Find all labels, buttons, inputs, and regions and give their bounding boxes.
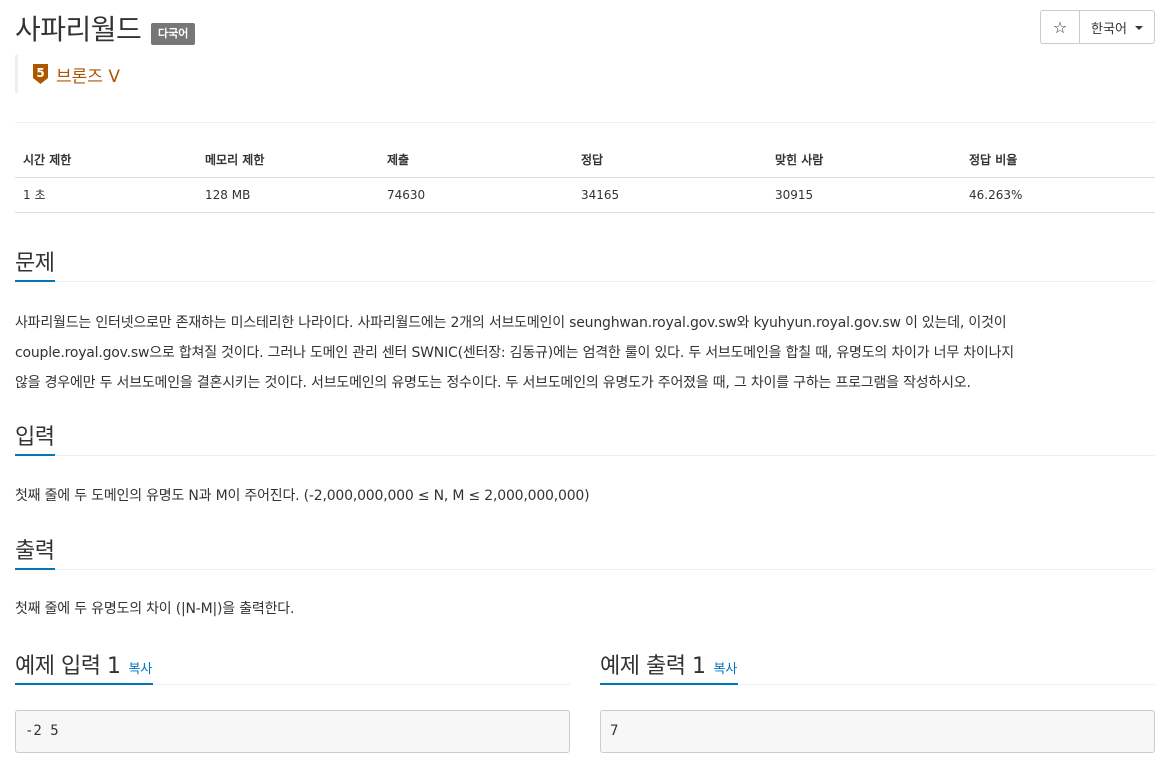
sample-output-box[interactable]: 7 <box>600 710 1155 753</box>
problem-info-table: 시간 제한 메모리 제한 제출 정답 맞힌 사람 정답 비율 1 초 128 M… <box>15 142 1155 213</box>
section-underline <box>15 280 55 282</box>
sample-output-title: 예제 출력 1 복사 <box>600 648 737 680</box>
accept-ratio-value: 46.263% <box>961 177 1155 213</box>
accepted-value[interactable]: 34165 <box>573 177 767 213</box>
section-underline <box>15 568 55 570</box>
sample-input-box[interactable]: -2 5 <box>15 710 570 753</box>
problem-section-title: 문제 <box>15 251 55 276</box>
input-description: 첫째 줄에 두 도메인의 유명도 N과 M이 주어진다. (-2,000,000… <box>15 488 590 504</box>
input-section-title: 입력 <box>15 425 55 450</box>
header-accepted: 정답 <box>573 142 767 178</box>
problem-description: 사파리월드는 인터넷으로만 존재하는 미스테리한 나라이다. 사파리월드에는 2… <box>15 308 1155 398</box>
submissions-value[interactable]: 74630 <box>379 177 573 213</box>
output-section-title: 출력 <box>15 539 55 564</box>
header-button-group: ☆ 한국어 <box>1040 10 1155 44</box>
favorite-button[interactable]: ☆ <box>1041 11 1080 43</box>
header-memory-limit: 메모리 제한 <box>197 142 379 178</box>
section-underline <box>15 454 55 456</box>
multilanguage-badge: 다국어 <box>151 23 196 45</box>
memory-limit-value: 128 MB <box>197 177 379 213</box>
output-description: 첫째 줄에 두 유명도의 차이 (|N-M|)을 출력한다. <box>15 601 295 617</box>
problem-line: 않을 경우에만 두 서브도메인을 결혼시키는 것이다. 서브도메인의 유명도는 … <box>15 375 971 391</box>
divider <box>15 122 1155 123</box>
header-accept-ratio: 정답 비율 <box>961 142 1155 178</box>
time-limit-value: 1 초 <box>15 177 197 213</box>
copy-sample-output-button[interactable]: 복사 <box>713 662 737 677</box>
header-submissions: 제출 <box>379 142 573 178</box>
solved-users-value[interactable]: 30915 <box>767 177 961 213</box>
problem-line: couple.royal.gov.sw으로 합쳐질 것이다. 그러나 도메인 관… <box>15 345 1014 361</box>
section-divider <box>15 569 1155 570</box>
language-dropdown[interactable]: 한국어 <box>1080 11 1154 43</box>
sample-input-title: 예제 입력 1 복사 <box>15 648 152 680</box>
header-time-limit: 시간 제한 <box>15 142 197 178</box>
section-divider <box>15 281 1155 282</box>
section-divider <box>15 455 1155 456</box>
sample-input-heading: 예제 입력 1 <box>15 654 121 679</box>
tier-link[interactable]: 브론즈 V <box>56 62 120 87</box>
bronze-tier-icon: 5 <box>33 64 48 84</box>
chevron-down-icon <box>1134 26 1143 30</box>
table-row: 1 초 128 MB 74630 34165 30915 46.263% <box>15 177 1155 213</box>
tier-level-number: 5 <box>36 66 44 80</box>
copy-sample-input-button[interactable]: 복사 <box>128 662 152 677</box>
problem-line: 사파리월드는 인터넷으로만 존재하는 미스테리한 나라이다. 사파리월드에는 2… <box>15 315 1007 331</box>
section-underline <box>600 683 738 685</box>
page-title: 사파리월드 <box>15 13 142 46</box>
star-icon: ☆ <box>1052 17 1068 37</box>
tier-block: 5 브론즈 V <box>15 55 120 93</box>
header-solved-users: 맞힌 사람 <box>767 142 961 178</box>
table-header-row: 시간 제한 메모리 제한 제출 정답 맞힌 사람 정답 비율 <box>15 142 1155 178</box>
sample-output-heading: 예제 출력 1 <box>600 654 706 679</box>
section-underline <box>15 683 153 685</box>
language-label: 한국어 <box>1091 21 1127 37</box>
